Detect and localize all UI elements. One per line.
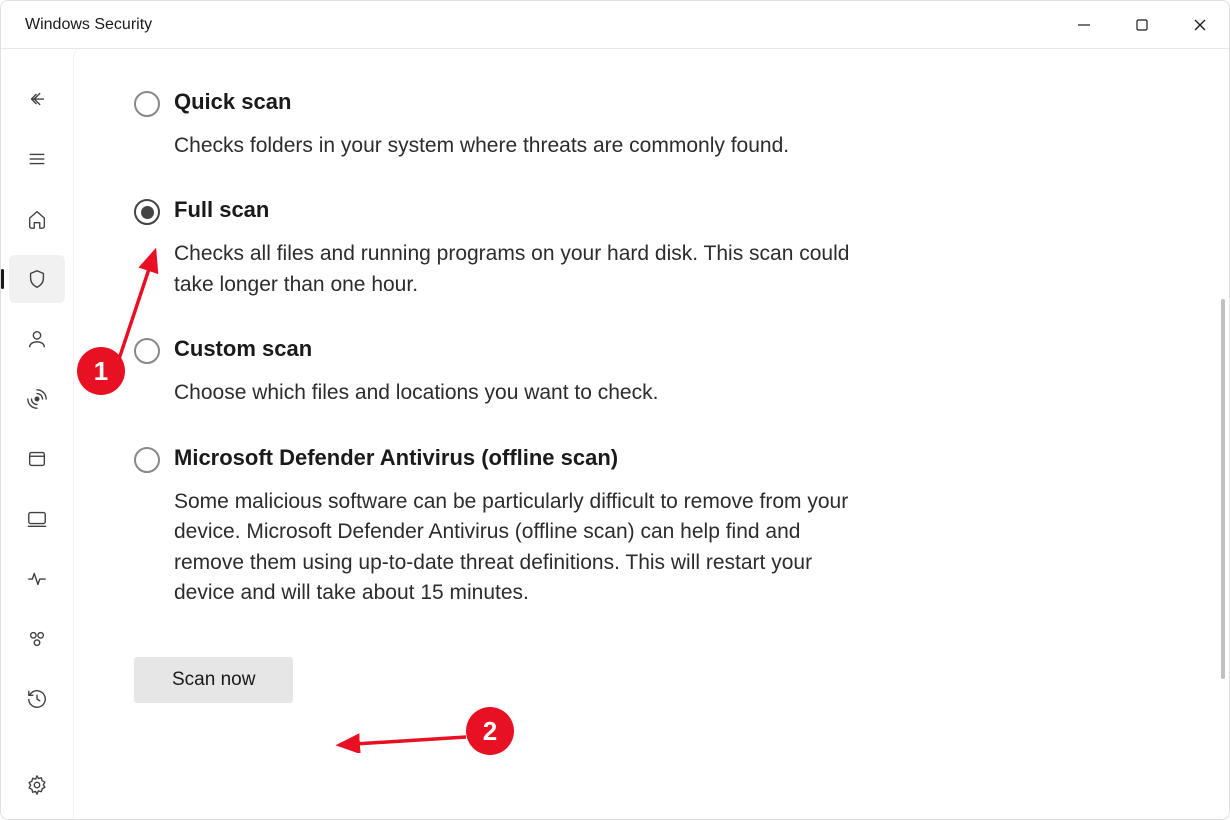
app-browser-icon[interactable] xyxy=(9,435,65,483)
firewall-icon[interactable] xyxy=(9,375,65,423)
scrollbar[interactable] xyxy=(1221,299,1225,679)
account-icon[interactable] xyxy=(9,315,65,363)
protection-history-icon[interactable] xyxy=(9,675,65,723)
custom-scan-radio[interactable] xyxy=(134,338,160,364)
shield-icon[interactable] xyxy=(9,255,65,303)
minimize-button[interactable] xyxy=(1055,1,1113,48)
maximize-button[interactable] xyxy=(1113,1,1171,48)
full-scan-radio[interactable] xyxy=(134,199,160,225)
quick-scan-radio[interactable] xyxy=(134,91,160,117)
full-scan-option[interactable]: Full scan Checks all files and running p… xyxy=(134,197,1169,300)
annotation-marker-1: 1 xyxy=(77,347,125,395)
custom-scan-title: Custom scan xyxy=(174,336,874,362)
family-icon[interactable] xyxy=(9,615,65,663)
home-icon[interactable] xyxy=(9,195,65,243)
device-performance-icon[interactable] xyxy=(9,555,65,603)
content-area: Quick scan Checks folders in your system… xyxy=(73,49,1229,819)
settings-icon[interactable] xyxy=(9,761,65,809)
annotation-marker-2: 2 xyxy=(466,707,514,755)
back-button[interactable] xyxy=(9,75,65,123)
scan-now-button[interactable]: Scan now xyxy=(134,657,293,703)
device-security-icon[interactable] xyxy=(9,495,65,543)
offline-scan-title: Microsoft Defender Antivirus (offline sc… xyxy=(174,445,874,471)
menu-icon[interactable] xyxy=(9,135,65,183)
custom-scan-option[interactable]: Custom scan Choose which files and locat… xyxy=(134,336,1169,408)
full-scan-desc: Checks all files and running programs on… xyxy=(174,239,874,300)
offline-scan-desc: Some malicious software can be particula… xyxy=(174,487,874,609)
offline-scan-radio[interactable] xyxy=(134,447,160,473)
close-button[interactable] xyxy=(1171,1,1229,48)
custom-scan-desc: Choose which files and locations you wan… xyxy=(174,378,874,408)
titlebar: Windows Security xyxy=(1,1,1229,49)
full-scan-title: Full scan xyxy=(174,197,874,223)
sidebar xyxy=(1,49,73,819)
quick-scan-desc: Checks folders in your system where thre… xyxy=(174,131,874,161)
quick-scan-option[interactable]: Quick scan Checks folders in your system… xyxy=(134,89,1169,161)
window-controls xyxy=(1055,1,1229,48)
offline-scan-option[interactable]: Microsoft Defender Antivirus (offline sc… xyxy=(134,445,1169,609)
quick-scan-title: Quick scan xyxy=(174,89,874,115)
window-title: Windows Security xyxy=(25,16,152,34)
